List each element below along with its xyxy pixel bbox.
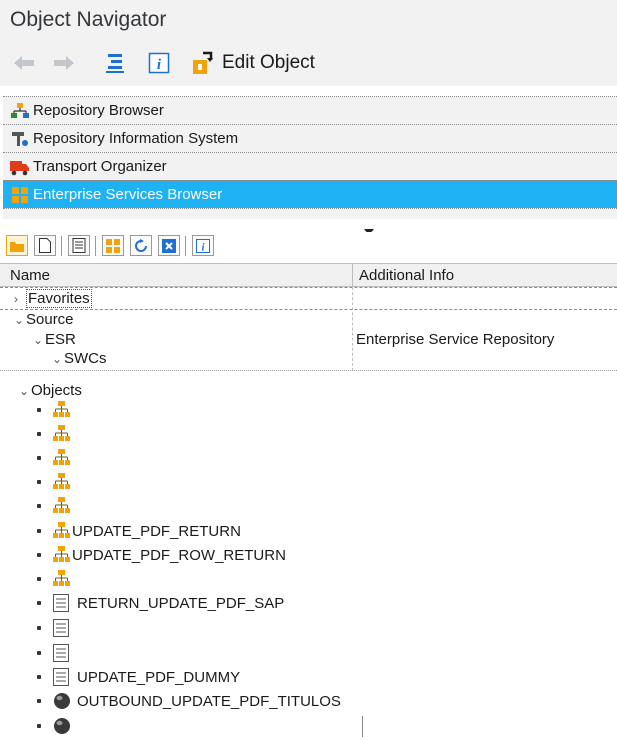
column-info-header[interactable]: Additional Info [359,267,454,284]
list-bullet [37,651,41,655]
toolbar-separator [95,236,96,256]
structure-icon[interactable] [53,425,70,447]
edit-object-button-label[interactable]: Edit Object [222,52,315,74]
hierarchy-icon [9,100,31,122]
object-item-label[interactable]: RETURN_UPDATE_PDF_SAP [77,595,284,612]
object-item-label[interactable]: OUTBOUND_UPDATE_PDF_TITULOS [77,693,341,710]
document-icon[interactable] [53,668,69,691]
grid-icon [9,184,31,206]
list-bullet [37,408,41,412]
document-icon[interactable] [53,644,69,667]
tree-node-source[interactable]: ⌄ Source [14,311,74,328]
tree-node-favorites[interactable]: › Favorites [14,289,92,308]
hierarchy-list-icon[interactable] [102,50,128,76]
clipped-row-strip [0,370,617,375]
title-bar: Object Navigator [0,0,617,40]
list-bullet [37,675,41,679]
list-bullet [37,456,41,460]
list-bullet [37,480,41,484]
arrow-left-icon[interactable] [12,52,36,74]
chevron-down-icon[interactable]: ⌄ [14,313,26,327]
structure-icon[interactable] [53,401,70,423]
list-bullet [37,577,41,581]
repository-browser-label: Repository Browser [33,102,164,119]
browser-list-overflow [3,208,617,219]
tree-column-line [352,287,354,371]
list-bullet [37,504,41,508]
edit-object-icon[interactable] [188,49,216,77]
grid-icon[interactable] [102,235,124,256]
toolbar-separator [61,236,62,256]
structure-icon[interactable] [53,473,70,495]
document-icon[interactable] [53,594,69,617]
tree-node-objects[interactable]: ⌄ Objects [19,382,82,399]
object-item-label[interactable]: UPDATE_PDF_DUMMY [77,669,240,686]
structure-icon[interactable] [53,449,70,471]
list-bullet [37,529,41,533]
enterprise-services-browser-label: Enterprise Services Browser [33,186,223,203]
new-document-icon[interactable] [34,235,56,256]
tree-row-favorites[interactable] [0,287,617,310]
info-icon[interactable]: i [192,235,214,256]
column-divider[interactable] [352,264,353,286]
list-bullet [37,626,41,630]
tools-icon [9,128,31,150]
list-bullet [37,699,41,703]
list-bullet [37,553,41,557]
refresh-icon[interactable] [130,235,152,256]
repository-browser-button[interactable]: Repository Browser [3,96,617,124]
open-folder-icon[interactable] [6,235,28,256]
repository-info-system-label: Repository Information System [33,130,239,147]
list-bullet [37,432,41,436]
chevron-down-icon[interactable]: ⌄ [33,333,45,347]
transport-organizer-button[interactable]: Transport Organizer [3,152,617,180]
structure-icon[interactable] [53,497,70,519]
toolbar-separator [185,236,186,256]
sphere-icon[interactable] [53,717,71,740]
structure-icon[interactable] [53,546,70,568]
application-toolbar: i Edit Object [0,40,617,86]
truck-icon [9,156,31,178]
chevron-down-icon[interactable]: ⌄ [19,384,31,398]
tree-node-esr[interactable]: ⌄ ESR [33,331,76,348]
tree-column-header: Name Additional Info [0,263,617,287]
column-divider [362,716,363,737]
chevron-down-icon[interactable]: ⌄ [52,352,64,366]
sphere-icon[interactable] [53,692,71,715]
object-item-label[interactable]: UPDATE_PDF_RETURN [72,523,241,540]
tree-toolbar: i [0,232,617,260]
structure-icon[interactable] [53,570,70,592]
info-icon[interactable]: i [146,50,172,76]
arrow-right-icon[interactable] [52,52,76,74]
object-list: UPDATE_PDF_RETURN UPDATE_PDF_ROW_RETURN RE… [0,400,617,739]
object-item-label[interactable]: UPDATE_PDF_ROW_RETURN [72,547,286,564]
tree-node-swcs[interactable]: ⌄ SWCs [52,350,107,367]
repository-info-system-button[interactable]: Repository Information System [3,124,617,152]
chevron-right-icon[interactable]: › [14,292,26,306]
list-bullet [37,724,41,728]
list-bullet [37,601,41,605]
display-document-icon[interactable] [68,235,90,256]
document-icon[interactable] [53,619,69,642]
delete-icon[interactable] [158,235,180,256]
esr-additional-info: Enterprise Service Repository [356,331,555,348]
enterprise-services-browser-button[interactable]: Enterprise Services Browser [3,180,617,208]
structure-icon[interactable] [53,522,70,544]
column-name-header[interactable]: Name [10,267,50,284]
transport-organizer-label: Transport Organizer [33,158,167,175]
window-title: Object Navigator [10,8,167,31]
